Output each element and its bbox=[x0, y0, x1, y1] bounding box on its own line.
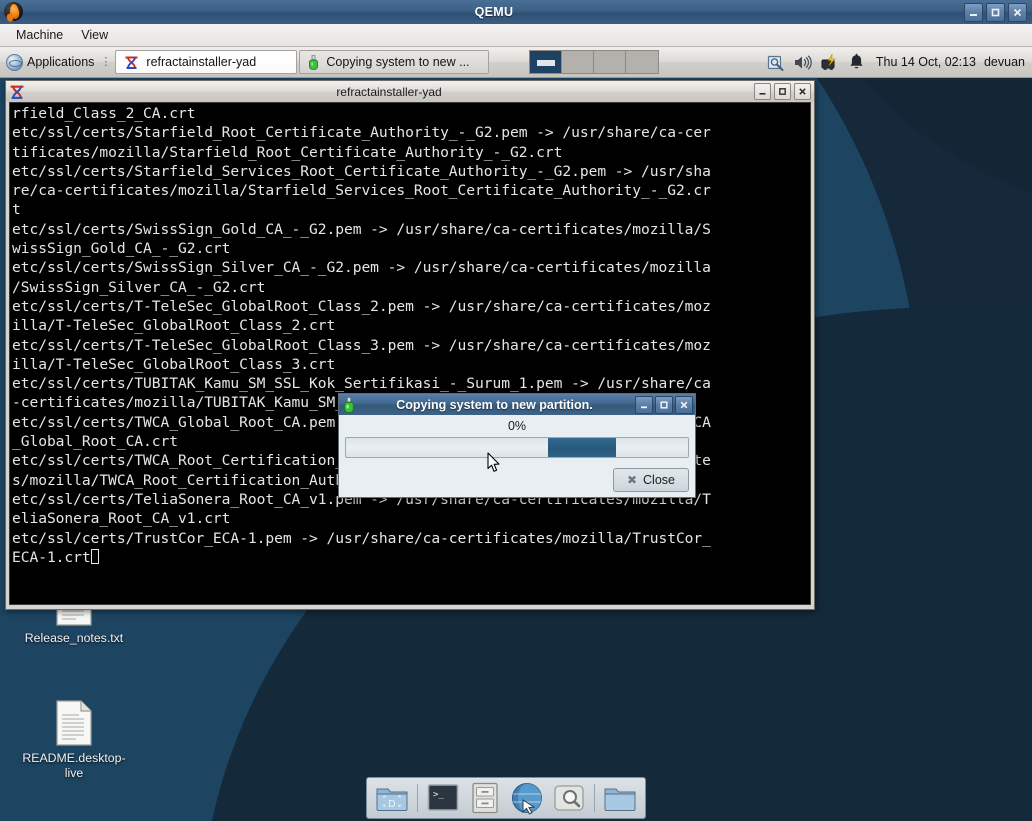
qemu-logo-icon bbox=[2, 1, 24, 23]
volume-icon[interactable] bbox=[793, 53, 812, 72]
task-button-label: refractainstaller-yad bbox=[146, 55, 257, 69]
qemu-menubar: Machine View bbox=[0, 24, 1032, 47]
desktop-icon-readme-desktop-live[interactable]: README.desktop-live bbox=[22, 700, 126, 781]
refracta-icon bbox=[124, 55, 139, 70]
dialog-minimize-button[interactable] bbox=[635, 395, 653, 414]
svg-text:>_: >_ bbox=[433, 790, 444, 800]
close-button-label: Close bbox=[643, 473, 675, 487]
qemu-titlebar: QEMU bbox=[0, 0, 1032, 25]
dialog-close-button[interactable] bbox=[675, 395, 693, 414]
workspace-1[interactable] bbox=[530, 51, 563, 73]
task-button-copying-system[interactable]: Copying system to new ... bbox=[299, 50, 490, 74]
terminal-maximize-button[interactable] bbox=[774, 83, 791, 100]
desktop-icon-label: README.desktop-live bbox=[22, 751, 126, 780]
home-folder-icon[interactable]: D bbox=[375, 781, 409, 815]
qemu-minimize-button[interactable] bbox=[964, 2, 983, 22]
clipboard-magnifier-icon[interactable] bbox=[766, 53, 785, 72]
terminal-titlebar: refractainstaller-yad bbox=[6, 81, 814, 102]
dialog-titlebar: Copying system to new partition. bbox=[339, 394, 695, 415]
task-button-refractainstaller[interactable]: refractainstaller-yad bbox=[115, 50, 298, 74]
applications-menu-label: Applications bbox=[27, 55, 95, 69]
guest-desktop: Applications ⋮ refractainstaller-yad Cop… bbox=[0, 47, 1032, 821]
green-vial-icon bbox=[343, 397, 354, 413]
text-file-icon bbox=[55, 700, 93, 746]
file-manager-icon[interactable] bbox=[603, 781, 637, 815]
terminal-cursor bbox=[90, 548, 99, 564]
terminal-close-button[interactable] bbox=[794, 83, 811, 100]
svg-text:D: D bbox=[388, 799, 395, 810]
menu-machine[interactable]: Machine bbox=[7, 26, 72, 44]
dialog-title: Copying system to new partition. bbox=[396, 397, 593, 412]
applications-menu-button[interactable]: Applications ⋮ bbox=[0, 47, 115, 77]
progress-bar-pulse-block bbox=[547, 438, 617, 457]
taskbar-grip-handle[interactable]: ⋮ bbox=[100, 56, 111, 68]
terminal-window-controls bbox=[754, 83, 811, 100]
dialog-window-controls bbox=[635, 395, 693, 414]
globe-menu-icon bbox=[6, 53, 23, 71]
green-vial-icon bbox=[308, 54, 319, 70]
screen: QEMU Machine View Applications ⋮ refract… bbox=[0, 0, 1032, 821]
taskbar-clock[interactable]: Thu 14 Oct, 02:13 bbox=[876, 55, 976, 69]
notification-bell-icon[interactable] bbox=[847, 53, 866, 72]
workspace-pager[interactable] bbox=[529, 50, 660, 74]
terminal-window: refractainstaller-yad rfield_Class_2_CA.… bbox=[5, 80, 815, 610]
terminal-icon[interactable]: >_ bbox=[426, 781, 460, 815]
cancel-x-icon: ✖ bbox=[626, 473, 638, 487]
menu-view[interactable]: View bbox=[72, 26, 117, 44]
task-button-label: Copying system to new ... bbox=[326, 55, 470, 69]
terminal-minimize-button[interactable] bbox=[754, 83, 771, 100]
dialog-close-action-button[interactable]: ✖ Close bbox=[612, 468, 689, 492]
dock-separator bbox=[594, 784, 595, 812]
qemu-window-controls bbox=[964, 2, 1027, 22]
progress-dialog: Copying system to new partition. 0% ✖ Cl… bbox=[338, 393, 696, 498]
dialog-body: 0% ✖ Close bbox=[339, 415, 695, 497]
refracta-icon bbox=[9, 84, 24, 99]
progress-percent-label: 0% bbox=[507, 419, 527, 433]
workspace-3[interactable] bbox=[594, 51, 627, 73]
taskbar: Applications ⋮ refractainstaller-yad Cop… bbox=[0, 47, 1032, 78]
power-manager-icon[interactable] bbox=[820, 52, 839, 72]
workspace-2[interactable] bbox=[562, 51, 595, 73]
terminal-output-area[interactable]: rfield_Class_2_CA.crt etc/ssl/certs/Star… bbox=[9, 102, 811, 605]
system-tray: Thu 14 Oct, 02:13 devuan bbox=[766, 52, 1032, 72]
file-cabinet-icon[interactable] bbox=[468, 781, 502, 815]
qemu-maximize-button[interactable] bbox=[986, 2, 1005, 22]
qemu-window-title: QEMU bbox=[474, 5, 514, 19]
dialog-maximize-button[interactable] bbox=[655, 395, 673, 414]
dock-separator bbox=[417, 784, 418, 812]
dialog-footer: ✖ Close bbox=[612, 468, 689, 492]
dock: D >_ bbox=[366, 777, 646, 819]
task-button-list: refractainstaller-yad Copying system to … bbox=[115, 50, 490, 74]
web-browser-icon[interactable] bbox=[510, 781, 544, 815]
progress-bar bbox=[345, 437, 689, 458]
desktop-icon-label: Release_notes.txt bbox=[24, 631, 124, 645]
qemu-close-button[interactable] bbox=[1008, 2, 1027, 22]
search-icon[interactable] bbox=[552, 781, 586, 815]
terminal-window-title: refractainstaller-yad bbox=[336, 84, 442, 99]
workspace-4[interactable] bbox=[626, 51, 659, 73]
taskbar-username[interactable]: devuan bbox=[984, 55, 1025, 69]
